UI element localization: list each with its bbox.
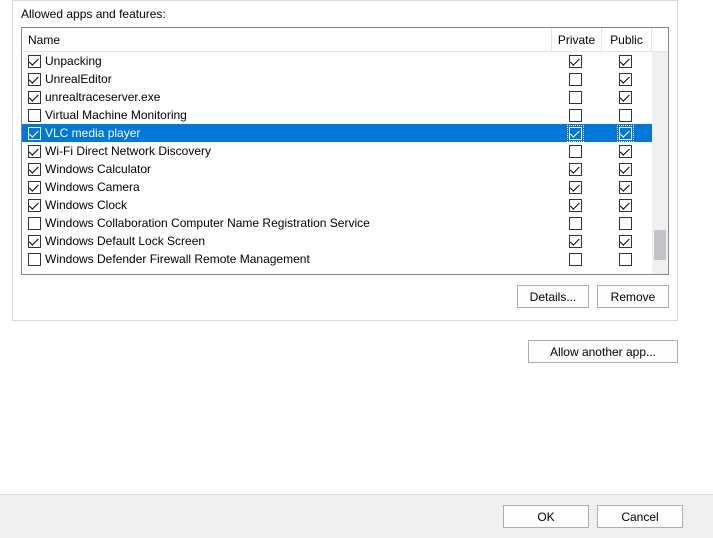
enable-checkbox[interactable] (28, 109, 41, 122)
private-checkbox[interactable] (569, 73, 582, 86)
table-row[interactable]: Windows Defender Firewall Remote Managem… (22, 250, 668, 268)
app-name-label: Windows Collaboration Computer Name Regi… (45, 216, 552, 230)
private-checkbox[interactable] (569, 235, 582, 248)
table-row[interactable]: Windows Clock (22, 196, 668, 214)
public-checkbox[interactable] (619, 55, 632, 68)
app-name-label: UnrealEditor (45, 72, 552, 86)
dialog-footer: OK Cancel (0, 494, 713, 538)
app-name-label: Windows Defender Firewall Remote Managem… (45, 252, 552, 266)
enable-checkbox[interactable] (28, 199, 41, 212)
private-checkbox[interactable] (569, 145, 582, 158)
column-header-private[interactable]: Private (552, 28, 602, 51)
app-name-label: Unpacking (45, 54, 552, 68)
app-name-label: Windows Default Lock Screen (45, 234, 552, 248)
list-header: Name Private Public (22, 28, 668, 52)
app-name-label: unrealtraceserver.exe (45, 90, 552, 104)
column-header-name[interactable]: Name (22, 28, 552, 51)
private-checkbox[interactable] (569, 55, 582, 68)
enable-checkbox[interactable] (28, 55, 41, 68)
private-checkbox[interactable] (569, 199, 582, 212)
enable-checkbox[interactable] (28, 163, 41, 176)
table-row[interactable]: UnrealEditor (22, 70, 668, 88)
private-checkbox[interactable] (569, 181, 582, 194)
ok-button[interactable]: OK (503, 505, 589, 528)
table-row[interactable]: Windows Default Lock Screen (22, 232, 668, 250)
enable-checkbox[interactable] (28, 253, 41, 266)
allow-another-row: Allow another app... (12, 340, 678, 363)
public-checkbox[interactable] (619, 235, 632, 248)
enable-checkbox[interactable] (28, 91, 41, 104)
apps-listbox[interactable]: Name Private Public Unpacking UnrealEdito… (21, 27, 669, 275)
remove-button[interactable]: Remove (597, 285, 669, 308)
column-header-public[interactable]: Public (602, 28, 652, 51)
table-row[interactable]: Windows Calculator (22, 160, 668, 178)
private-checkbox[interactable] (569, 109, 582, 122)
app-name-label: Windows Calculator (45, 162, 552, 176)
public-checkbox[interactable] (619, 181, 632, 194)
public-checkbox[interactable] (619, 145, 632, 158)
enable-checkbox[interactable] (28, 235, 41, 248)
app-name-label: VLC media player (45, 126, 552, 140)
details-button[interactable]: Details... (517, 285, 589, 308)
app-name-label: Windows Clock (45, 198, 552, 212)
table-row[interactable]: Windows Camera (22, 178, 668, 196)
private-checkbox[interactable] (569, 91, 582, 104)
public-checkbox[interactable] (619, 163, 632, 176)
app-name-label: Virtual Machine Monitoring (45, 108, 552, 122)
table-row[interactable]: VLC media player (22, 124, 668, 142)
app-name-label: Wi-Fi Direct Network Discovery (45, 144, 552, 158)
private-checkbox[interactable] (569, 217, 582, 230)
private-checkbox[interactable] (569, 163, 582, 176)
table-row[interactable]: Virtual Machine Monitoring (22, 106, 668, 124)
public-checkbox[interactable] (619, 73, 632, 86)
table-row[interactable]: unrealtraceserver.exe (22, 88, 668, 106)
public-checkbox[interactable] (619, 199, 632, 212)
enable-checkbox[interactable] (28, 73, 41, 86)
enable-checkbox[interactable] (28, 127, 41, 140)
list-body: Unpacking UnrealEditor unrealtraceserver.e… (22, 52, 668, 274)
table-row[interactable]: Windows Collaboration Computer Name Regi… (22, 214, 668, 232)
scroll-thumb[interactable] (654, 230, 666, 260)
table-row[interactable]: Wi-Fi Direct Network Discovery (22, 142, 668, 160)
allow-another-app-button[interactable]: Allow another app... (528, 340, 678, 363)
list-button-row: Details... Remove (21, 285, 669, 308)
enable-checkbox[interactable] (28, 217, 41, 230)
panel-label: Allowed apps and features: (21, 7, 669, 21)
enable-checkbox[interactable] (28, 145, 41, 158)
table-row[interactable]: Unpacking (22, 52, 668, 70)
app-name-label: Windows Camera (45, 180, 552, 194)
vertical-scrollbar[interactable] (652, 52, 668, 274)
public-checkbox[interactable] (619, 217, 632, 230)
cancel-button[interactable]: Cancel (597, 505, 683, 528)
allowed-apps-panel: Allowed apps and features: Name Private … (12, 0, 678, 321)
public-checkbox[interactable] (619, 127, 632, 140)
private-checkbox[interactable] (569, 253, 582, 266)
public-checkbox[interactable] (619, 253, 632, 266)
enable-checkbox[interactable] (28, 181, 41, 194)
private-checkbox[interactable] (569, 127, 582, 140)
public-checkbox[interactable] (619, 109, 632, 122)
public-checkbox[interactable] (619, 91, 632, 104)
